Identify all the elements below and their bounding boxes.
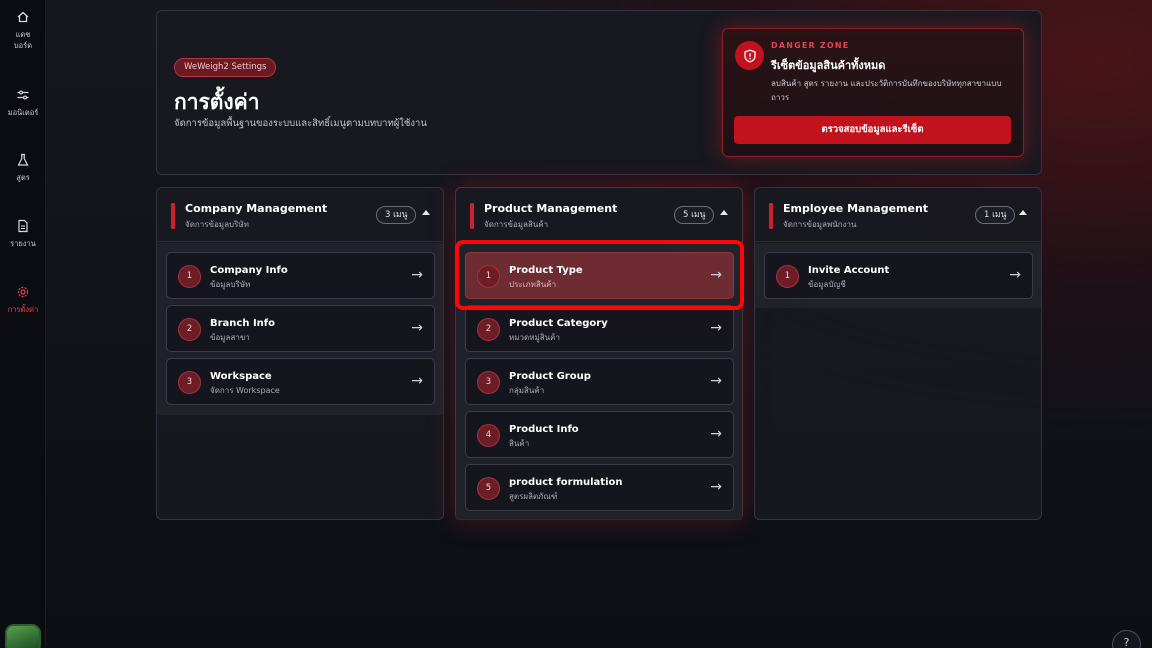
shield-alert-icon — [735, 41, 764, 70]
menu-card-invite-account[interactable]: 1 Invite Account ข้อมูลบัญชี → — [764, 252, 1033, 299]
section-title: Product Management — [484, 202, 618, 215]
arrow-right-icon: → — [411, 267, 423, 283]
item-number: 3 — [477, 371, 500, 394]
menu-count-badge: 3 เมนู — [376, 206, 417, 224]
item-title: Product Info — [509, 424, 579, 435]
sidebar-item-label: การตั้งค่า — [7, 305, 39, 314]
accent-bar — [171, 203, 175, 229]
arrow-right-icon: → — [710, 320, 722, 336]
sidebar-item-report[interactable]: รายงาน — [0, 219, 46, 249]
employee-management-header[interactable]: Employee Management จัดการข้อมูลพนักงาน … — [755, 188, 1041, 242]
document-icon — [18, 219, 28, 233]
item-subtitle: สินค้า — [509, 439, 530, 448]
item-number: 2 — [178, 318, 201, 341]
arrow-right-icon: → — [411, 373, 423, 389]
gear-icon — [17, 286, 29, 298]
arrow-right-icon: → — [710, 479, 722, 495]
item-subtitle: หมวดหมู่สินค้า — [509, 333, 560, 342]
sidebar-item-label: สูตร — [16, 173, 30, 182]
accent-bar — [470, 203, 474, 229]
company-management-header[interactable]: Company Management จัดการข้อมูลบริษัท 3 … — [157, 188, 443, 242]
menu-card-company-info[interactable]: 1 Company Info ข้อมูลบริษัท → — [166, 252, 435, 299]
item-subtitle: จัดการ Workspace — [210, 386, 280, 395]
section-title: Employee Management — [783, 202, 929, 215]
sidebar: แดช บอร์ด มอนิเตอร์ สูตร รายงาน การตั้งค… — [0, 0, 46, 648]
item-title: Branch Info — [210, 318, 276, 329]
menu-count-badge: 1 เมนู — [975, 206, 1016, 224]
item-number: 1 — [178, 265, 201, 288]
flask-icon — [17, 153, 29, 166]
company-management-panel: Company Management จัดการข้อมูลบริษัท 3 … — [156, 187, 444, 520]
page-subtitle: จัดการข้อมูลพื้นฐานของระบบและสิทธิ์เมนูต… — [174, 118, 427, 129]
menu-card-product-info[interactable]: 4 Product Info สินค้า → — [465, 411, 734, 458]
danger-zone-label: DANGER ZONE — [771, 41, 850, 50]
sidebar-item-dashboard[interactable]: แดช บอร์ด — [0, 10, 46, 51]
menu-card-branch-info[interactable]: 2 Branch Info ข้อมูลสาขา → — [166, 305, 435, 352]
section-subtitle: จัดการข้อมูลพนักงาน — [783, 220, 857, 229]
sidebar-item-label: แดช บอร์ด — [13, 30, 33, 50]
menu-card-product-formulation[interactable]: 5 product formulation สูตรผลิตภัณฑ์ → — [465, 464, 734, 511]
section-title: Company Management — [185, 202, 328, 215]
arrow-right-icon: → — [710, 373, 722, 389]
sidebar-item-monitor[interactable]: มอนิเตอร์ — [0, 88, 46, 118]
section-subtitle: จัดการข้อมูลสินค้า — [484, 220, 549, 229]
sidebar-item-label: มอนิเตอร์ — [7, 108, 39, 117]
danger-zone-description: ลบสินค้า สูตร รายงาน และประวัติการบันทึก… — [771, 79, 1002, 102]
product-management-panel: Product Management จัดการข้อมูลสินค้า 5 … — [455, 187, 743, 520]
menu-card-product-category[interactable]: 2 Product Category หมวดหมู่สินค้า → — [465, 305, 734, 352]
sidebar-item-settings[interactable]: การตั้งค่า — [0, 285, 46, 315]
item-title: Company Info — [210, 265, 288, 276]
item-number: 5 — [477, 477, 500, 500]
sidebar-item-formula[interactable]: สูตร — [0, 153, 46, 183]
arrow-right-icon: → — [1009, 267, 1021, 283]
item-subtitle: กลุ่มสินค้า — [509, 386, 545, 395]
reset-data-button[interactable]: ตรวจสอบข้อมูลและรีเซ็ต — [734, 116, 1011, 144]
item-number: 4 — [477, 424, 500, 447]
section-items: 1 Company Info ข้อมูลบริษัท → 2 Branch I… — [157, 243, 443, 415]
menu-count-badge: 5 เมนู — [674, 206, 715, 224]
chevron-up-icon[interactable] — [422, 210, 430, 215]
product-management-header[interactable]: Product Management จัดการข้อมูลสินค้า 5 … — [456, 188, 742, 242]
item-title: Product Group — [509, 371, 591, 382]
item-title: Invite Account — [808, 265, 890, 276]
chevron-up-icon[interactable] — [1019, 210, 1027, 215]
item-subtitle: ข้อมูลบัญชี — [808, 280, 846, 289]
section-subtitle: จัดการข้อมูลบริษัท — [185, 220, 249, 229]
selection-highlight — [455, 240, 744, 310]
home-icon — [17, 11, 29, 23]
item-subtitle: ข้อมูลสาขา — [210, 333, 250, 342]
page-title: การตั้งค่า — [174, 90, 260, 114]
chevron-up-icon[interactable] — [720, 210, 728, 215]
danger-zone-title: รีเซ็ตข้อมูลสินค้าทั้งหมด — [771, 59, 886, 72]
item-number: 1 — [776, 265, 799, 288]
item-number: 3 — [178, 371, 201, 394]
accent-bar — [769, 203, 773, 229]
avatar[interactable] — [5, 624, 41, 648]
sidebar-item-label: รายงาน — [10, 239, 36, 248]
employee-management-panel: Employee Management จัดการข้อมูลพนักงาน … — [754, 187, 1042, 520]
item-subtitle: ข้อมูลบริษัท — [210, 280, 251, 289]
menu-card-product-group[interactable]: 3 Product Group กลุ่มสินค้า → — [465, 358, 734, 405]
monitor-icon — [17, 90, 29, 100]
item-title: Workspace — [210, 371, 272, 382]
item-subtitle: สูตรผลิตภัณฑ์ — [509, 492, 558, 501]
menu-card-workspace[interactable]: 3 Workspace จัดการ Workspace → — [166, 358, 435, 405]
section-items: 1 Invite Account ข้อมูลบัญชี → — [755, 243, 1041, 308]
item-title: product formulation — [509, 477, 623, 488]
app-badge: WeWeigh2 Settings — [174, 58, 277, 77]
arrow-right-icon: → — [710, 426, 722, 442]
item-title: Product Category — [509, 318, 608, 329]
arrow-right-icon: → — [411, 320, 423, 336]
item-number: 2 — [477, 318, 500, 341]
